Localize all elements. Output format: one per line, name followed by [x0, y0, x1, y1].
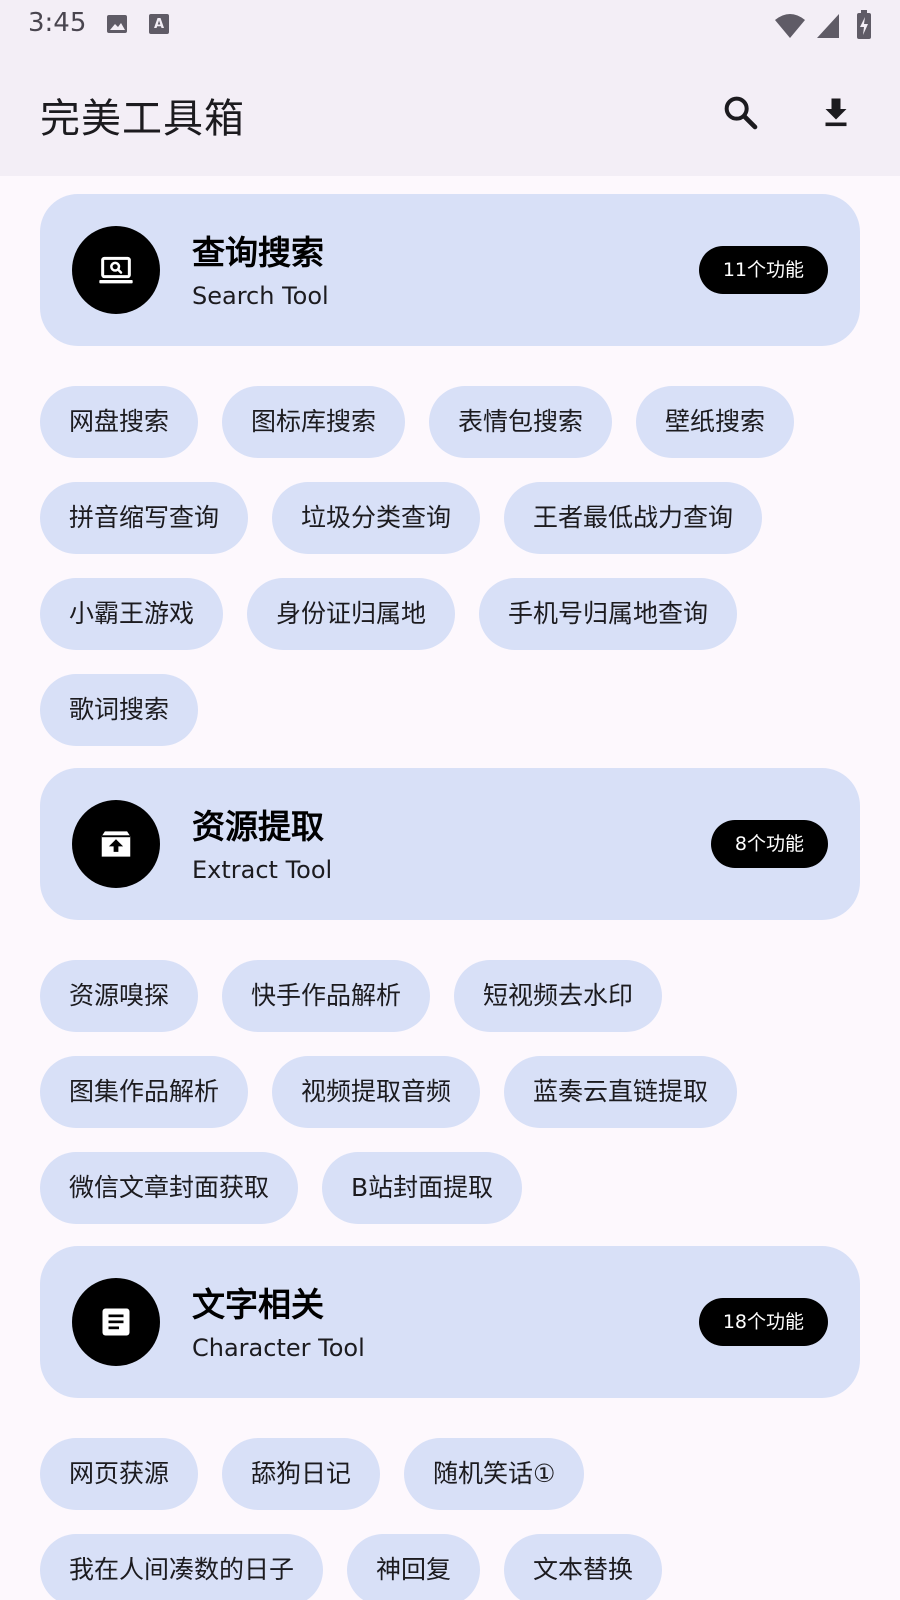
app-bar: 完美工具箱	[0, 50, 900, 176]
section-title: 文字相关	[192, 1285, 324, 1324]
chip-phone-location-query[interactable]: 手机号归属地查询	[479, 578, 738, 650]
chip-icon-library-search[interactable]: 图标库搜索	[222, 386, 406, 458]
chip-bilibili-cover[interactable]: B站封面提取	[322, 1152, 523, 1224]
chip-lyrics-search[interactable]: 歌词搜索	[40, 674, 199, 746]
battery-icon	[857, 10, 871, 39]
section-card[interactable]: 查询搜索 Search Tool 11个功能	[40, 194, 860, 346]
section-icon	[72, 1278, 160, 1366]
section-extract-tool: 资源提取 Extract Tool 8个功能 资源嗅探 快手作品解析 短视频去水…	[40, 768, 860, 1224]
chip-divine-reply[interactable]: 神回复	[347, 1534, 481, 1600]
section-icon	[72, 800, 160, 888]
chip-garbage-sorting-query[interactable]: 垃圾分类查询	[272, 482, 481, 554]
chip-extract-audio[interactable]: 视频提取音频	[272, 1056, 481, 1128]
chip-lanzou-direct-link[interactable]: 蓝奏云直链提取	[504, 1056, 738, 1128]
wifi-icon	[774, 14, 805, 38]
section-subtitle: Character Tool	[192, 1334, 365, 1362]
chip-emoji-search[interactable]: 表情包搜索	[429, 386, 613, 458]
status-right-icons	[774, 10, 872, 44]
app-title: 完美工具箱	[40, 96, 245, 142]
section-title: 资源提取	[192, 807, 324, 846]
download-button[interactable]	[808, 84, 864, 140]
signal-icon	[816, 14, 839, 38]
font-icon: A	[149, 14, 170, 34]
chip-resource-sniff[interactable]: 资源嗅探	[40, 960, 199, 1032]
section-title: 查询搜索	[192, 233, 324, 272]
chip-honor-of-kings-query[interactable]: 王者最低战力查询	[504, 482, 763, 554]
chip-group: 网页获源 舔狗日记 随机笑话① 我在人间凑数的日子 神回复 文本替换	[40, 1438, 860, 1600]
section-character-tool: 文字相关 Character Tool 18个功能 网页获源 舔狗日记 随机笑话…	[40, 1246, 860, 1600]
chip-remove-watermark[interactable]: 短视频去水印	[454, 960, 663, 1032]
status-left-icons: A	[105, 12, 170, 40]
chip-nes-games[interactable]: 小霸王游戏	[40, 578, 224, 650]
chip-text-replace[interactable]: 文本替换	[504, 1534, 663, 1600]
feature-count-badge: 8个功能	[710, 820, 828, 868]
chip-netdisk-search[interactable]: 网盘搜索	[40, 386, 199, 458]
chip-id-card-location[interactable]: 身份证归属地	[247, 578, 456, 650]
search-button[interactable]	[712, 84, 768, 140]
section-subtitle: Extract Tool	[192, 856, 333, 884]
feature-count-badge: 11个功能	[698, 246, 828, 294]
chip-random-joke[interactable]: 随机笑话①	[404, 1438, 585, 1510]
status-bar: 3:45 A	[0, 0, 900, 50]
archive-upload-icon	[101, 831, 131, 857]
chip-wallpaper-search[interactable]: 壁纸搜索	[636, 386, 795, 458]
chip-days-counting[interactable]: 我在人间凑数的日子	[40, 1534, 324, 1600]
article-icon	[102, 1308, 130, 1336]
section-icon	[72, 226, 160, 314]
download-icon	[825, 98, 847, 127]
chip-kuaishou-parse[interactable]: 快手作品解析	[222, 960, 431, 1032]
chip-wechat-cover[interactable]: 微信文章封面获取	[40, 1152, 299, 1224]
search-icon	[724, 96, 758, 130]
section-search-tool: 查询搜索 Search Tool 11个功能 网盘搜索 图标库搜索 表情包搜索 …	[40, 194, 860, 746]
section-card[interactable]: 文字相关 Character Tool 18个功能	[40, 1246, 860, 1398]
content: 查询搜索 Search Tool 11个功能 网盘搜索 图标库搜索 表情包搜索 …	[0, 176, 900, 1600]
chip-group: 网盘搜索 图标库搜索 表情包搜索 壁纸搜索 拼音缩写查询 垃圾分类查询 王者最低…	[40, 386, 860, 746]
image-icon	[107, 15, 127, 33]
chip-licking-dog-diary[interactable]: 舔狗日记	[222, 1438, 381, 1510]
status-time: 3:45	[28, 8, 87, 38]
chip-gallery-parse[interactable]: 图集作品解析	[40, 1056, 249, 1128]
chip-webpage-source[interactable]: 网页获源	[40, 1438, 199, 1510]
feature-count-badge: 18个功能	[698, 1298, 828, 1346]
section-card[interactable]: 资源提取 Extract Tool 8个功能	[40, 768, 860, 920]
svg-text:A: A	[154, 17, 164, 32]
chip-group: 资源嗅探 快手作品解析 短视频去水印 图集作品解析 视频提取音频 蓝奏云直链提取…	[40, 960, 860, 1224]
section-subtitle: Search Tool	[192, 282, 329, 310]
laptop-search-icon	[99, 256, 133, 284]
chip-pinyin-abbr-query[interactable]: 拼音缩写查询	[40, 482, 249, 554]
